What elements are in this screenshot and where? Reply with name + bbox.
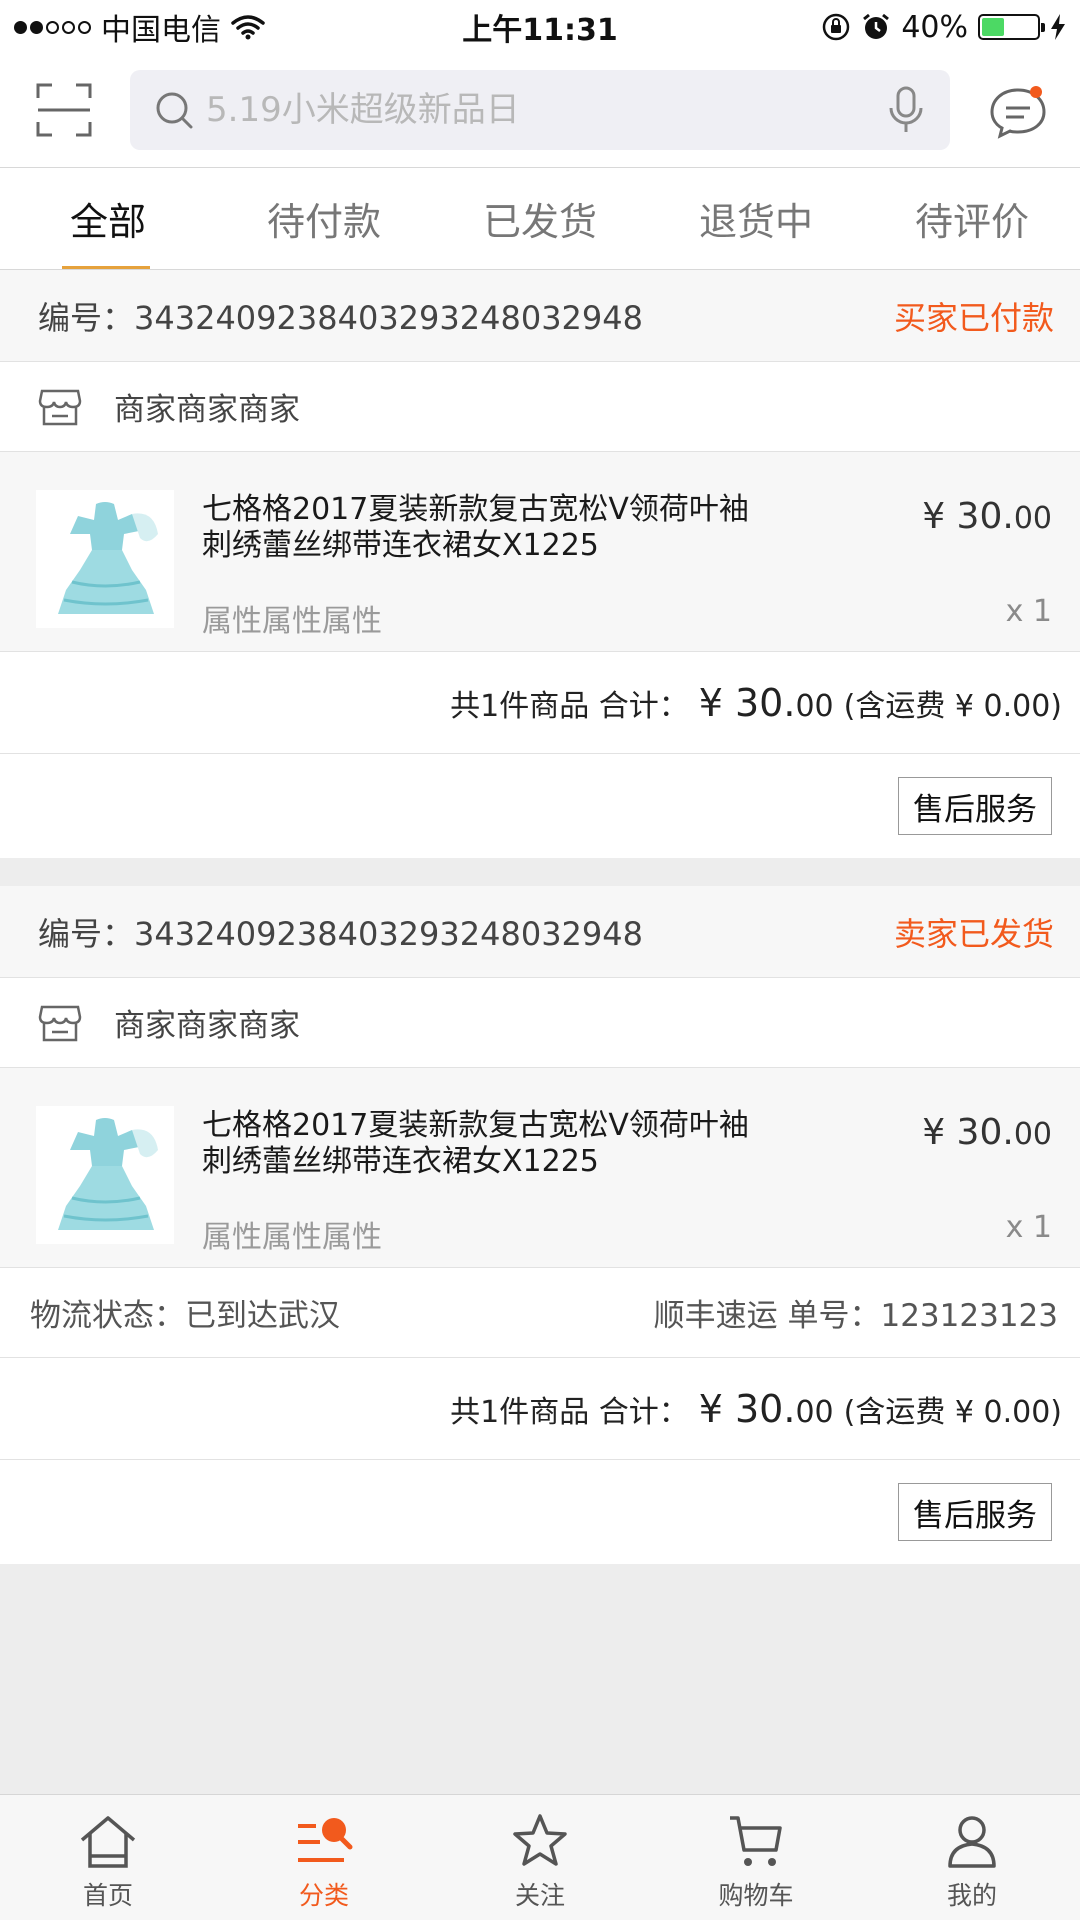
search-bar[interactable] [130, 70, 950, 150]
order-total: 共1件商品 合计： ¥ 30.00 (含运费 ¥ 0.00) [0, 1358, 1080, 1460]
tab-pending-payment[interactable]: 待付款 [216, 168, 432, 269]
tab-shipped[interactable]: 已发货 [432, 168, 648, 269]
shipping-fee: (含运费 ¥ 0.00) [843, 1394, 1062, 1430]
order-header: 编号：343240923840329324803294​8 卖家已发货 [0, 886, 1080, 978]
cart-icon [730, 1816, 782, 1866]
tab-all[interactable]: 全部 [0, 168, 216, 269]
order-card: 编号：343240923840329324803294​8 卖家已发货 商家商家… [0, 886, 1080, 1564]
tabbar-follow[interactable]: 关注 [432, 1795, 648, 1920]
microphone-icon[interactable] [886, 86, 926, 134]
amount-main: ¥ 30. [698, 680, 796, 725]
product-image[interactable] [36, 490, 174, 628]
price-main: ¥ 30. [922, 1112, 1014, 1153]
shop-name: 商家商家商家 [114, 1008, 300, 1044]
status-right: 40% [821, 10, 1066, 45]
search-icon [156, 92, 193, 129]
order-status: 买家已付款 [893, 298, 1054, 337]
orientation-lock-icon [823, 13, 850, 41]
signal-strength-icon [14, 20, 91, 34]
order-number: 编号：343240923840329324803294​8 [38, 914, 643, 953]
product-title[interactable]: 七格格2017夏装新款复古宽松V领荷叶袖刺绣蕾丝绑带连衣裙女X1225 [202, 1108, 762, 1180]
order-number: 编号：343240923840329324803294​8 [38, 298, 643, 337]
user-icon [948, 1816, 996, 1868]
product-attributes: 属性属性属性 [202, 1220, 382, 1255]
category-search-icon [298, 1818, 353, 1862]
message-icon[interactable] [988, 82, 1048, 140]
battery-percent: 40% [901, 9, 968, 45]
total-count: 共1件商品 合计： [450, 1394, 689, 1430]
order-total: 共1件商品 合计： ¥ 30.00 (含运费 ¥ 0.00) [0, 652, 1080, 754]
logistics-carrier: 顺丰速运 单号：123123123 [653, 1298, 1058, 1334]
after-sale-button[interactable]: 售后服务 [898, 777, 1052, 835]
shop-icon [38, 1005, 82, 1041]
wifi-icon [231, 15, 265, 40]
shop-name: 商家商家商家 [114, 392, 300, 428]
charging-icon [1051, 14, 1065, 40]
order-item[interactable]: 七格格2017夏装新款复古宽松V领荷叶袖刺绣蕾丝绑带连衣裙女X1225 属性属性… [0, 1068, 1080, 1268]
product-price: ¥ 30.00 [922, 1112, 1052, 1153]
amount-cents: 00 [795, 688, 834, 724]
order-status: 卖家已发货 [893, 914, 1054, 953]
scan-icon[interactable] [36, 82, 92, 138]
order-actions: 售后服务 [0, 754, 1080, 858]
order-card: 编号：343240923840329324803294​8 买家已付款 商家商家… [0, 270, 1080, 858]
total-amount: ¥ 30.00 [699, 1387, 834, 1431]
tabbar-mine[interactable]: 我的 [864, 1795, 1080, 1920]
tabbar-label: 首页 [82, 1881, 133, 1910]
home-icon [80, 1816, 136, 1868]
total-count: 共1件商品 合计： [450, 688, 689, 724]
star-icon [513, 1814, 567, 1866]
app-header [0, 54, 1080, 168]
order-actions: 售后服务 [0, 1460, 1080, 1564]
tabbar-label: 分类 [298, 1881, 349, 1910]
tabbar-home[interactable]: 首页 [0, 1795, 216, 1920]
order-list: 编号：343240923840329324803294​8 买家已付款 商家商家… [0, 270, 1080, 1592]
product-image[interactable] [36, 1106, 174, 1244]
tabbar-label: 购物车 [718, 1881, 794, 1910]
search-input[interactable] [206, 90, 886, 130]
total-amount: ¥ 30.00 [699, 681, 834, 725]
order-item[interactable]: 七格格2017夏装新款复古宽松V领荷叶袖刺绣蕾丝绑带连衣裙女X1225 属性属性… [0, 452, 1080, 652]
tabbar-cart[interactable]: 购物车 [648, 1795, 864, 1920]
product-attributes: 属性属性属性 [202, 604, 382, 639]
logistics-status: 物流状态：已到达武汉 [30, 1298, 340, 1334]
shipping-fee: (含运费 ¥ 0.00) [843, 688, 1062, 724]
amount-cents: 00 [795, 1394, 834, 1430]
price-main: ¥ 30. [922, 496, 1014, 537]
shop-row[interactable]: 商家商家商家 [0, 978, 1080, 1068]
product-quantity: x 1 [1005, 594, 1052, 629]
bottom-tab-bar: 首页 分类 关注 购物车 我的 [0, 1794, 1080, 1920]
tabbar-label: 我的 [946, 1881, 997, 1910]
logistics-row[interactable]: 物流状态：已到达武汉 顺丰速运 单号：123123123 [0, 1268, 1080, 1358]
price-cents: 00 [1013, 1117, 1052, 1152]
status-left: 中国电信 [14, 5, 265, 49]
after-sale-button[interactable]: 售后服务 [898, 1483, 1052, 1541]
alarm-icon [863, 13, 890, 39]
product-price: ¥ 30.00 [922, 496, 1052, 537]
order-header: 编号：343240923840329324803294​8 买家已付款 [0, 270, 1080, 362]
tab-returning[interactable]: 退货中 [648, 168, 864, 269]
tabbar-label: 关注 [514, 1881, 565, 1910]
product-title[interactable]: 七格格2017夏装新款复古宽松V领荷叶袖刺绣蕾丝绑带连衣裙女X1225 [202, 492, 762, 564]
product-quantity: x 1 [1005, 1210, 1052, 1245]
tabbar-category[interactable]: 分类 [216, 1795, 432, 1920]
unread-dot [1030, 86, 1042, 98]
shop-icon [38, 389, 82, 425]
tab-pending-review[interactable]: 待评价 [864, 168, 1080, 269]
status-bar: 中国电信 上午11:31 40% [0, 0, 1080, 54]
carrier-label: 中国电信 [101, 13, 221, 48]
battery-icon [978, 14, 1045, 40]
amount-main: ¥ 30. [698, 1386, 796, 1431]
shop-row[interactable]: 商家商家商家 [0, 362, 1080, 452]
order-tabs: 全部 待付款 已发货 退货中 待评价 [0, 168, 1080, 270]
price-cents: 00 [1013, 501, 1052, 536]
